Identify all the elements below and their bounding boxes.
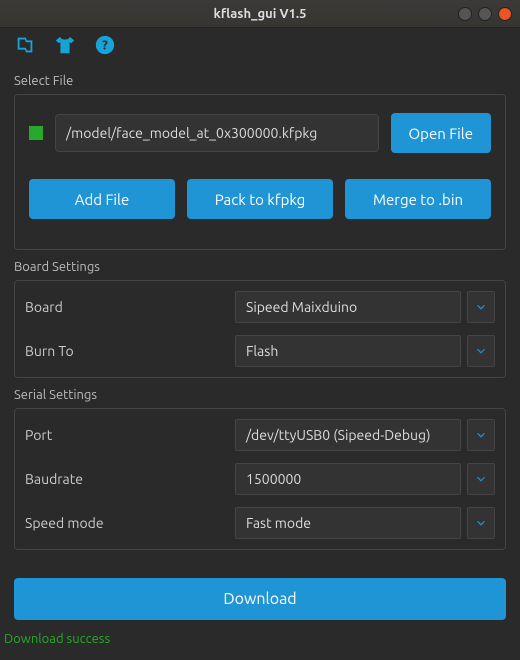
baudrate-label: Baudrate — [25, 471, 235, 487]
shirt-icon[interactable] — [54, 34, 76, 59]
file-path-input[interactable] — [55, 114, 379, 152]
burn-to-select[interactable]: Flash — [235, 335, 461, 367]
download-button[interactable]: Download — [14, 578, 506, 620]
baudrate-select-value: 1500000 — [246, 471, 301, 487]
chevron-down-icon[interactable] — [467, 335, 495, 367]
toolbar: ? — [0, 28, 520, 64]
select-file-label: Select File — [14, 74, 506, 88]
burn-to-row: Burn To Flash — [25, 329, 495, 373]
board-settings-label: Board Settings — [14, 260, 506, 274]
file-actions-row: Add File Pack to kfpkg Merge to .bin — [29, 179, 491, 219]
port-label: Port — [25, 427, 235, 443]
board-label: Board — [25, 299, 235, 315]
speed-mode-label: Speed mode — [25, 515, 235, 531]
baudrate-select[interactable]: 1500000 — [235, 463, 461, 495]
maximize-button[interactable] — [478, 7, 492, 21]
window-title: kflash_gui V1.5 — [0, 7, 520, 21]
serial-settings-label: Serial Settings — [14, 388, 506, 402]
open-file-button[interactable]: Open File — [391, 113, 491, 153]
chevron-down-icon[interactable] — [467, 463, 495, 495]
status-text: Download success — [0, 628, 520, 650]
board-select[interactable]: Sipeed Maixduino — [235, 291, 461, 323]
window-controls — [458, 7, 512, 21]
serial-settings-panel: Port /dev/ttyUSB0 (Sipeed-Debug) Baudrat… — [14, 408, 506, 550]
file-color-swatch[interactable] — [29, 126, 43, 140]
board-settings-group: Board Settings Board Sipeed Maixduino Bu… — [14, 260, 506, 378]
svg-text:?: ? — [102, 38, 108, 52]
close-button[interactable] — [498, 7, 512, 21]
add-file-button[interactable]: Add File — [29, 179, 175, 219]
speed-mode-row: Speed mode Fast mode — [25, 501, 495, 545]
burn-to-label: Burn To — [25, 343, 235, 359]
pack-kfpkg-button[interactable]: Pack to kfpkg — [187, 179, 333, 219]
language-icon[interactable] — [14, 34, 36, 59]
help-icon[interactable]: ? — [94, 34, 116, 59]
port-select-value: /dev/ttyUSB0 (Sipeed-Debug) — [246, 427, 430, 443]
baudrate-row: Baudrate 1500000 — [25, 457, 495, 501]
select-file-group: Select File Open File Add File Pack to k… — [14, 74, 506, 250]
titlebar: kflash_gui V1.5 — [0, 0, 520, 28]
board-settings-panel: Board Sipeed Maixduino Burn To Flash — [14, 280, 506, 378]
chevron-down-icon[interactable] — [467, 419, 495, 451]
minimize-button[interactable] — [458, 7, 472, 21]
board-select-value: Sipeed Maixduino — [246, 299, 357, 315]
content-area: Select File Open File Add File Pack to k… — [0, 64, 520, 560]
chevron-down-icon[interactable] — [467, 291, 495, 323]
burn-to-select-value: Flash — [246, 343, 278, 359]
serial-settings-group: Serial Settings Port /dev/ttyUSB0 (Sipee… — [14, 388, 506, 550]
merge-bin-button[interactable]: Merge to .bin — [345, 179, 491, 219]
chevron-down-icon[interactable] — [467, 507, 495, 539]
port-select[interactable]: /dev/ttyUSB0 (Sipeed-Debug) — [235, 419, 461, 451]
port-row: Port /dev/ttyUSB0 (Sipeed-Debug) — [25, 413, 495, 457]
speed-mode-select[interactable]: Fast mode — [235, 507, 461, 539]
speed-mode-select-value: Fast mode — [246, 515, 311, 531]
file-row: Open File — [29, 113, 491, 153]
select-file-box: Open File Add File Pack to kfpkg Merge t… — [14, 94, 506, 250]
board-row: Board Sipeed Maixduino — [25, 285, 495, 329]
